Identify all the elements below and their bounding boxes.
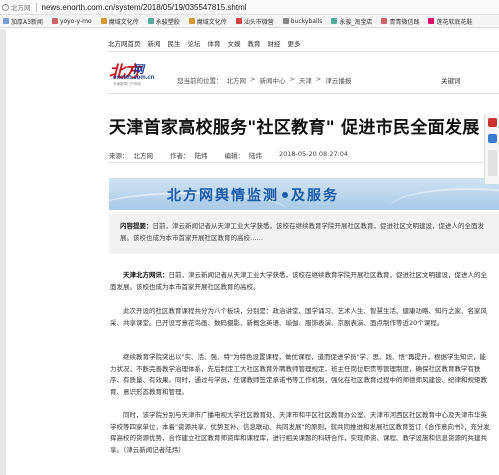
header-divider xyxy=(108,93,499,94)
banner-dot-icon xyxy=(282,192,288,198)
banner-text-left: 北方网舆情监测 xyxy=(167,188,279,204)
nav-item[interactable]: 民生 xyxy=(168,38,181,48)
source-label: 来源： xyxy=(109,152,129,160)
editor-value: 陆炜 xyxy=(194,152,208,160)
ad-icon xyxy=(488,134,497,143)
breadcrumb: 您当前的位置： 北方网 > 新闻中心 > 天津 > 津云播报 xyxy=(177,75,355,85)
site-info-chip[interactable]: 北方网 xyxy=(2,2,31,12)
article-paragraph: 天津北方网讯：日前，津云新闻记者从天津工业大学获悉，该校在继续教育学院开展社区教… xyxy=(110,270,490,293)
bookmark-label: yoyo-y-mo xyxy=(59,17,92,25)
left-gutter xyxy=(0,29,6,475)
bookmark-favicon-icon xyxy=(147,18,154,24)
paragraph-source: 天津北方网讯： xyxy=(123,271,169,279)
bookmark-item[interactable]: 青青微信践 xyxy=(381,17,419,26)
nav-item[interactable]: 论坛 xyxy=(188,38,201,48)
nav-item[interactable]: 财经 xyxy=(268,38,281,48)
bookmark-item[interactable]: yoyo-y-mo xyxy=(51,17,92,25)
address-bar[interactable]: 北方网 news.enorth.com.cn/system/2018/05/19… xyxy=(0,0,499,15)
meta-divider xyxy=(108,162,499,163)
nav-item[interactable]: 文娱 xyxy=(228,38,241,48)
article-summary: 内容提要：日前，津云新闻记者从天津工业大学获悉，该校在继续教育学院开展社区教育，… xyxy=(109,214,499,254)
bookmark-item[interactable]: 永骏塑胶 xyxy=(147,17,180,26)
logo-domain: enorth.com.cn xyxy=(113,75,155,81)
bookmarks-bar: 加厚A3新闻 yoyo-y-mo 魔域文化传 永骏塑胶 魔域文化传 汕头市微营 buckyb… xyxy=(0,15,499,28)
bookmark-favicon-icon xyxy=(235,18,242,24)
breadcrumb-separator: > xyxy=(289,75,295,83)
bookmark-label: 青青微信践 xyxy=(389,18,420,26)
bookmark-label: 永骏_淘宝店 xyxy=(339,18,373,26)
paragraph-text: 继续教育学院突出以"实、活、强、特"为特色设置课程，做优课程，道而促进学员"学、… xyxy=(110,353,487,396)
bookmark-item[interactable]: 加厚A3新闻 xyxy=(3,17,43,26)
breadcrumb-item[interactable]: 津云播报 xyxy=(325,75,351,85)
right-float-ad[interactable] xyxy=(484,114,499,184)
bookmark-item[interactable]: 永骏_淘宝店 xyxy=(331,17,372,26)
bookmark-favicon-icon xyxy=(3,18,9,24)
editor-label: 作者： xyxy=(170,152,190,160)
summary-text: 日前，津云新闻记者从天津工业大学获悉，该校在继续教育学院开展社区教育，促进社区文… xyxy=(120,222,484,242)
bookmark-favicon-icon xyxy=(282,18,289,24)
article-paragraph: 此次开设的社区教育课程共分为八个板块，分别是：政治讲堂、国学诵习、艺术人生、智慧… xyxy=(110,306,490,329)
ad-icon xyxy=(488,118,497,127)
bookmark-favicon-icon xyxy=(100,18,107,24)
breadcrumb-item[interactable]: 新闻中心 xyxy=(259,75,285,85)
address-divider xyxy=(35,2,37,12)
bookmark-label: buckyballs xyxy=(290,17,323,25)
bookmark-label: 加厚A3新闻 xyxy=(11,18,43,26)
breadcrumb-separator: > xyxy=(250,75,256,83)
article-title: 天津首家高校服务"社区教育" 促进市民全面发展 xyxy=(109,118,480,138)
paragraph-text: 同时，该学院分别与天津市广播电视大学社区教育处、天津市和平区社区教育办公室、天津… xyxy=(110,411,490,454)
banner-text: 北方网舆情监测 及服务 xyxy=(167,185,339,205)
bookmark-item[interactable]: 莲花软底花鞋 xyxy=(428,17,472,26)
article-paragraph: 继续教育学院突出以"实、活、强、特"为特色设置课程，做优课程，道而促进学员"学、… xyxy=(110,352,490,398)
banner-text-right: 及服务 xyxy=(291,188,339,204)
bookmark-favicon-icon xyxy=(188,18,195,24)
paragraph-text: 此次开设的社区教育课程共分为八个板块，分别是：政治讲堂、国学诵习、艺术人生、智慧… xyxy=(110,307,487,327)
site-label: 北方网 xyxy=(11,4,31,12)
article-meta: 来源： 北方网 作者： 陆炜 编辑： 陆炜 2018-05-20 08:27:0… xyxy=(109,150,353,160)
breadcrumb-item[interactable]: 北方网 xyxy=(227,75,247,85)
bookmark-favicon-icon xyxy=(428,18,435,24)
breadcrumb-separator: > xyxy=(315,75,322,83)
site-top-nav: 北方网首页 新闻 民生 论坛 体育 文娱 教育 财经 更多 xyxy=(108,38,308,48)
nav-item[interactable]: 体育 xyxy=(208,38,221,48)
source-value[interactable]: 北方网 xyxy=(134,150,154,160)
service-banner[interactable]: 北方网舆情监测 及服务 xyxy=(109,178,499,210)
author-label: 编辑： xyxy=(224,152,245,160)
nav-item[interactable]: 新闻 xyxy=(148,38,161,48)
url-text[interactable]: news.enorth.com.cn/system/2018/05/19/035… xyxy=(42,3,247,12)
nav-item[interactable]: 教育 xyxy=(248,38,261,48)
ad-image xyxy=(488,150,497,176)
nav-divider xyxy=(108,51,499,52)
bookmark-favicon-icon xyxy=(331,18,338,24)
bookmark-item[interactable]: 魔域文化传 xyxy=(100,17,139,26)
bookmark-label: 魔域文化传 xyxy=(108,18,139,26)
bookmark-favicon-icon xyxy=(51,18,58,24)
bookmark-item[interactable]: 汕头市微营 xyxy=(235,17,274,26)
breadcrumb-prefix: 您当前的位置： xyxy=(177,77,223,85)
keywords-link[interactable]: 关键词 xyxy=(441,75,461,85)
author-value: 陆炜 xyxy=(249,152,262,160)
globe-icon xyxy=(2,3,9,11)
bookmark-favicon-icon xyxy=(381,18,388,24)
banner-wave-decoration xyxy=(389,188,499,210)
publish-datetime: 2018-05-20 08:27:04 xyxy=(279,150,349,158)
bookmark-label: 汕头市微营 xyxy=(243,18,274,26)
bookmark-item[interactable]: 魔域文化传 xyxy=(188,17,227,26)
site-logo[interactable]: 北方 网 enorth.com.cn 天津新闻门户网站 xyxy=(109,58,167,88)
breadcrumb-item[interactable]: 天津 xyxy=(299,75,312,85)
bookmark-label: 永骏塑胶 xyxy=(155,18,180,26)
nav-item[interactable]: 更多 xyxy=(288,38,301,48)
nav-item[interactable]: 北方网首页 xyxy=(108,38,141,48)
bookmark-label: 魔域文化传 xyxy=(196,18,227,26)
logo-tagline: 天津新闻门户网站 xyxy=(113,82,141,86)
summary-label: 内容提要： xyxy=(120,222,153,230)
bookmark-item[interactable]: buckyballs xyxy=(282,17,323,25)
bookmark-label: 莲花软底花鞋 xyxy=(436,18,473,26)
article-paragraph: 同时，该学院分别与天津市广播电视大学社区教育处、天津市和平区社区教育办公室、天津… xyxy=(110,410,490,456)
